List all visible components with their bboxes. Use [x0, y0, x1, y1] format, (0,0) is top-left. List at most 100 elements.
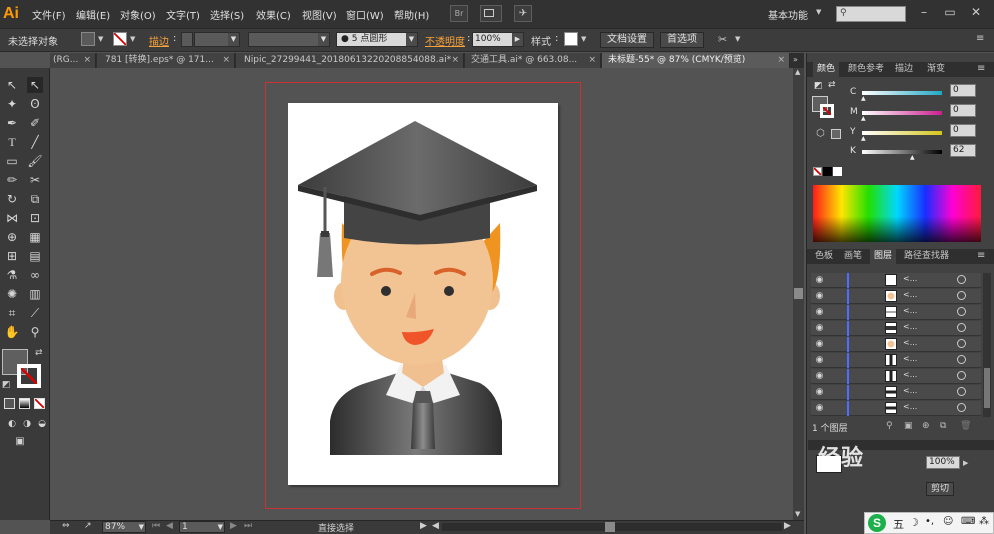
- layers-menu-icon[interactable]: ≡: [977, 250, 985, 261]
- selection-tool[interactable]: ↖: [4, 77, 20, 93]
- color-panel-stroke[interactable]: [820, 104, 834, 118]
- new-layer-icon[interactable]: ⧉: [940, 421, 946, 431]
- preferences-button[interactable]: 首选项: [660, 32, 704, 48]
- export-icon[interactable]: ↗: [84, 521, 92, 531]
- black-swatch[interactable]: [823, 167, 832, 176]
- draw-inside-icon[interactable]: ◒: [34, 416, 50, 432]
- artboard[interactable]: [288, 103, 558, 485]
- panel-menu-icon[interactable]: ≡: [977, 63, 985, 74]
- workspace-dropdown-icon[interactable]: ▼: [816, 8, 821, 16]
- ime-mode-label[interactable]: 五: [893, 516, 904, 532]
- target-icon[interactable]: [957, 387, 966, 396]
- opacity-label[interactable]: 不透明度: [425, 33, 465, 48]
- none-mode-button[interactable]: [34, 398, 45, 409]
- menu-help[interactable]: 帮助(H): [394, 7, 429, 22]
- layer-row[interactable]: ◉ <...: [811, 353, 981, 368]
- pen-tool[interactable]: ✒: [4, 115, 20, 131]
- target-icon[interactable]: [957, 355, 966, 364]
- layer-row[interactable]: ◉ <...: [811, 385, 981, 400]
- transform-icon[interactable]: ✂: [718, 33, 727, 46]
- opacity-field[interactable]: 100% ▶: [472, 32, 524, 47]
- tab-color-guide[interactable]: 颜色参考: [844, 62, 888, 77]
- magenta-slider[interactable]: [862, 111, 942, 115]
- style-dropdown-icon[interactable]: ▼: [581, 35, 586, 43]
- menu-type[interactable]: 文字(T): [166, 7, 200, 22]
- arrange-documents-button[interactable]: [480, 5, 502, 22]
- swap-icon[interactable]: ⇄: [828, 80, 836, 90]
- variable-width-dropdown[interactable]: ▼: [248, 32, 330, 47]
- none-swatch[interactable]: [813, 167, 822, 176]
- layer-row[interactable]: ◉ <...: [811, 337, 981, 352]
- menu-select[interactable]: 选择(S): [210, 7, 244, 22]
- target-icon[interactable]: [957, 291, 966, 300]
- scroll-left-icon[interactable]: ◀: [432, 521, 439, 531]
- clipping-mask-icon[interactable]: ▣: [904, 421, 913, 431]
- scale-tool[interactable]: ⧉: [27, 191, 43, 207]
- yellow-slider[interactable]: [862, 131, 942, 135]
- slider-thumb-icon[interactable]: ▲: [861, 135, 866, 142]
- fill-swatch[interactable]: [81, 32, 95, 46]
- rectangle-tool[interactable]: ▭: [4, 153, 20, 169]
- tab-swatches[interactable]: 色板: [811, 249, 837, 264]
- target-icon[interactable]: [957, 371, 966, 380]
- width-tool[interactable]: ⋈: [4, 210, 20, 226]
- tab-document-1[interactable]: (RG... ×: [50, 53, 96, 68]
- prev-artboard-icon[interactable]: ◀: [166, 521, 173, 531]
- out-of-gamut-icon[interactable]: ⬡: [816, 128, 825, 139]
- stroke-weight-stepper[interactable]: [181, 32, 193, 47]
- slider-thumb-icon[interactable]: ▲: [861, 95, 866, 102]
- close-tab-icon[interactable]: ×: [83, 53, 91, 68]
- horizontal-scroll-thumb[interactable]: [605, 522, 615, 532]
- web-safe-icon[interactable]: [831, 129, 841, 139]
- tab-pathfinder[interactable]: 路径查找器: [900, 249, 953, 264]
- artboard-nav-icon[interactable]: ⇔: [62, 521, 70, 531]
- scroll-right-icon[interactable]: ▶: [784, 521, 791, 531]
- eye-icon[interactable]: ◉: [814, 275, 825, 286]
- target-icon[interactable]: [957, 403, 966, 412]
- shape-builder-tool[interactable]: ⊕: [4, 229, 20, 245]
- control-menu-icon[interactable]: ≡: [976, 33, 984, 44]
- default-fill-stroke-icon[interactable]: ◩: [814, 81, 823, 91]
- direct-selection-tool[interactable]: ↖: [27, 77, 43, 93]
- tab-stroke[interactable]: 描边: [891, 62, 917, 77]
- vertical-scroll-thumb[interactable]: [794, 288, 803, 299]
- perspective-grid-tool[interactable]: ▦: [27, 229, 43, 245]
- menu-object[interactable]: 对象(O): [120, 7, 156, 22]
- tab-overflow-icon[interactable]: »: [793, 55, 798, 64]
- last-artboard-icon[interactable]: ⏭: [244, 521, 252, 531]
- layer-row[interactable]: ◉ <...: [811, 289, 981, 304]
- layer-row[interactable]: ◉ <...: [811, 273, 981, 288]
- menu-view[interactable]: 视图(V): [302, 7, 337, 22]
- eye-icon[interactable]: ◉: [814, 371, 825, 382]
- menu-effect[interactable]: 效果(C): [256, 7, 291, 22]
- brush-dropdown[interactable]: ● 5 点圆形 ▼: [336, 32, 418, 47]
- curvature-tool[interactable]: ✐: [27, 115, 43, 131]
- blend-tool[interactable]: ∞: [27, 267, 43, 283]
- close-tab-icon[interactable]: ×: [451, 53, 459, 68]
- punctuation-icon[interactable]: •,: [925, 516, 934, 527]
- tab-gradient[interactable]: 渐变: [923, 62, 949, 77]
- close-tab-icon[interactable]: ×: [222, 53, 230, 68]
- eye-icon[interactable]: ◉: [814, 323, 825, 334]
- tab-document-3[interactable]: Nipic_27299441_20180613220208854088.ai* ×: [236, 53, 464, 68]
- paintbrush-tool[interactable]: 🖌: [27, 153, 43, 169]
- tab-color[interactable]: 颜色: [813, 62, 840, 77]
- menu-window[interactable]: 窗口(W): [346, 7, 384, 22]
- symbol-sprayer-tool[interactable]: ✺: [4, 286, 20, 302]
- black-slider[interactable]: [862, 150, 942, 154]
- free-transform-tool[interactable]: ⊡: [27, 210, 43, 226]
- help-search-input[interactable]: ⚲: [836, 6, 906, 22]
- layer-row[interactable]: ◉ <...: [811, 321, 981, 336]
- stroke-dropdown-icon[interactable]: ▼: [130, 35, 135, 43]
- eye-icon[interactable]: ◉: [814, 291, 825, 302]
- black-value[interactable]: 62: [950, 144, 976, 157]
- target-icon[interactable]: [957, 323, 966, 332]
- layer-row[interactable]: ◉ <...: [811, 305, 981, 320]
- moon-icon[interactable]: ☽: [909, 516, 919, 529]
- skin-icon[interactable]: ⁂: [979, 516, 989, 527]
- close-window-button[interactable]: ✕: [966, 4, 986, 20]
- rotate-tool[interactable]: ↻: [4, 191, 20, 207]
- artboard-number-dropdown[interactable]: 1 ▼: [179, 521, 225, 533]
- scroll-up-icon[interactable]: ▲: [795, 68, 800, 76]
- layers-scroll-thumb[interactable]: [984, 368, 990, 408]
